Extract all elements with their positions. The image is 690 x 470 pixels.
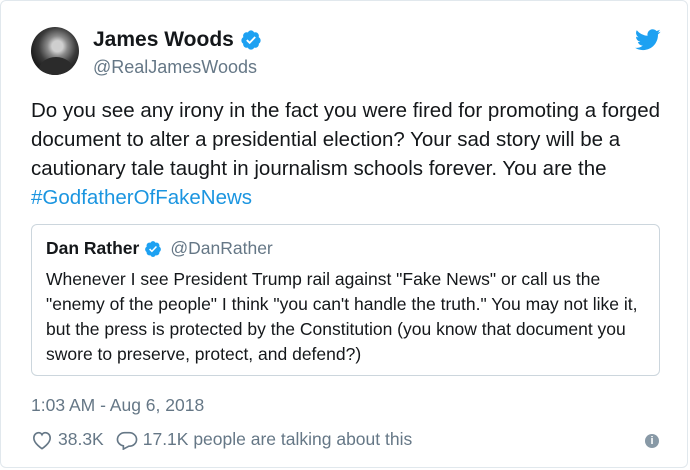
tweet-text: Do you see any irony in the fact you wer… bbox=[31, 96, 661, 212]
quoted-tweet-text: Whenever I see President Trump rail agai… bbox=[46, 269, 638, 364]
quoted-author-handle: @DanRather bbox=[170, 238, 273, 258]
reply-summary: 17.1K people are talking about this bbox=[142, 429, 413, 449]
tweet-body: Do you see any irony in the fact you wer… bbox=[31, 99, 661, 180]
author-handle[interactable]: @RealJamesWoods bbox=[93, 57, 257, 78]
twitter-bird-icon[interactable] bbox=[635, 29, 661, 51]
like-count: 38.3K bbox=[58, 429, 104, 449]
tweet-actions: 38.3K 17.1K people are talking about thi… bbox=[31, 429, 412, 450]
verified-badge-icon bbox=[241, 30, 261, 50]
author-avatar[interactable] bbox=[31, 27, 79, 75]
verified-badge-icon bbox=[145, 240, 162, 257]
speech-bubble-icon bbox=[116, 431, 138, 450]
quoted-tweet[interactable]: Dan Rather @DanRather Whenever I see Pre… bbox=[31, 224, 660, 376]
info-icon[interactable]: i bbox=[645, 434, 659, 448]
quoted-author-name: Dan Rather bbox=[46, 238, 140, 258]
heart-icon bbox=[32, 431, 52, 450]
author-name-row: James Woods bbox=[93, 28, 262, 52]
tweet-timestamp[interactable]: 1:03 AM - Aug 6, 2018 bbox=[31, 395, 204, 416]
reply-action[interactable]: 17.1K people are talking about this bbox=[116, 429, 413, 450]
author-name[interactable]: James Woods bbox=[93, 28, 234, 52]
embedded-tweet-card: James Woods @RealJamesWoods Do you see a… bbox=[0, 0, 688, 468]
quoted-tweet-header: Dan Rather @DanRather bbox=[46, 238, 273, 259]
like-action[interactable]: 38.3K bbox=[31, 429, 104, 450]
hashtag-link[interactable]: #GodfatherOfFakeNews bbox=[31, 186, 252, 209]
